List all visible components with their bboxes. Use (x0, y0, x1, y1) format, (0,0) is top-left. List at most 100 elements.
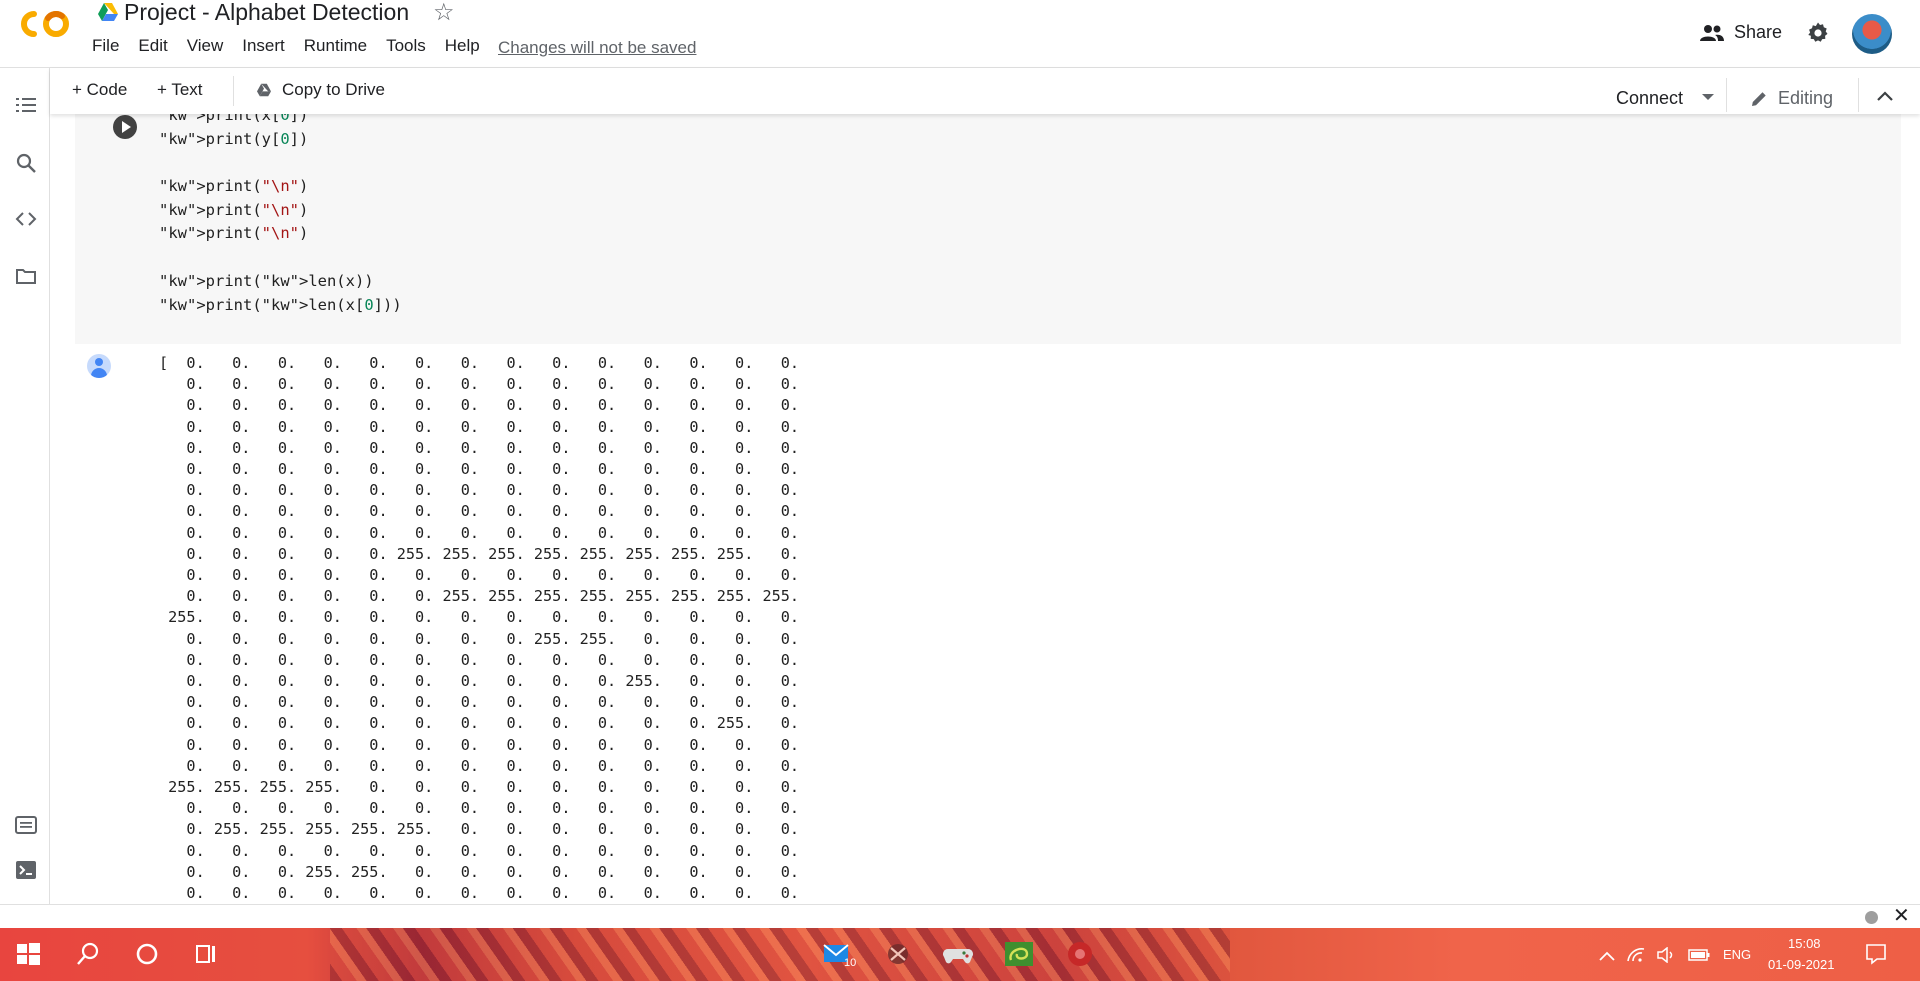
editing-label: Editing (1778, 88, 1834, 108)
notification-center-icon[interactable] (1864, 942, 1888, 966)
chevron-up-icon[interactable] (1876, 90, 1894, 102)
search-icon[interactable] (74, 940, 102, 968)
chrome-icon[interactable] (1064, 940, 1096, 968)
status-bar: ✕ (0, 904, 1920, 928)
output-line: 0. 0. 0. 0. 0. 255. 255. 255. 255. 255. … (159, 544, 800, 563)
cell-output: [ 0. 0. 0. 0. 0. 0. 0. 0. 0. 0. 0. 0. 0.… (75, 340, 1901, 904)
notebook-content: "kw">print(x[0]) "kw">print(y[0]) "kw">pri… (50, 114, 1920, 904)
output-line: 0. 0. 0. 0. 0. 0. 0. 0. 0. 0. 0. 0. 0. 0… (159, 756, 800, 775)
windows-start-icon[interactable] (14, 940, 42, 968)
cortana-icon[interactable] (133, 940, 161, 968)
wifi-icon[interactable] (1626, 947, 1646, 963)
menu-edit[interactable]: Edit (138, 36, 167, 56)
menu-tools[interactable]: Tools (386, 36, 426, 56)
search-icon[interactable] (15, 152, 37, 174)
code-line[interactable]: "kw">print("\n") (159, 199, 402, 223)
output-line: 0. 0. 0. 0. 0. 0. 0. 0. 0. 0. 0. 0. 0. 0… (159, 735, 800, 754)
language-indicator[interactable]: ENG (1723, 947, 1751, 962)
chevron-down-icon[interactable] (1702, 94, 1714, 100)
code-line[interactable]: "kw">print("\n") (159, 222, 402, 246)
output-line: 0. 0. 0. 0. 0. 0. 0. 0. 0. 0. 0. 0. 0. 0… (159, 650, 800, 669)
output-line: 0. 0. 0. 0. 0. 0. 0. 0. 0. 0. 0. 0. 0. 0… (159, 481, 800, 500)
code-snippets-icon[interactable] (15, 208, 37, 230)
google-drive-icon[interactable] (97, 2, 119, 22)
clock-time[interactable]: 15:08 (1788, 936, 1821, 951)
output-line: 0. 0. 0. 0. 0. 0. 0. 0. 0. 0. 0. 0. 0. 0… (159, 375, 800, 394)
copy-to-drive-button[interactable]: Copy to Drive (256, 80, 385, 100)
connect-button[interactable]: Connect (1616, 88, 1683, 109)
header: Project - Alphabet Detection ☆ File Edit… (0, 0, 1920, 68)
output-line: 0. 0. 0. 255. 255. 0. 0. 0. 0. 0. 0. 0. … (159, 862, 800, 881)
colab-logo[interactable] (18, 8, 74, 40)
game-controller-icon[interactable] (942, 940, 974, 968)
menu-insert[interactable]: Insert (242, 36, 285, 56)
code-line[interactable]: "kw">print("kw">len(x[0])) (159, 294, 402, 318)
output-line: 0. 0. 0. 0. 0. 0. 0. 0. 0. 0. 0. 0. 0. 0… (159, 523, 800, 542)
output-line: 0. 0. 0. 0. 0. 0. 0. 0. 255. 255. 0. 0. … (159, 629, 800, 648)
photos-app-icon[interactable] (1003, 940, 1035, 968)
gear-icon[interactable] (1806, 21, 1830, 45)
add-code-cell-button[interactable]: + Code (72, 80, 127, 100)
code-line[interactable]: "kw">print("kw">len(x)) (159, 270, 402, 294)
windows-taskbar: 10 ENG 15:08 01-09-2021 (0, 928, 1920, 981)
star-icon[interactable]: ☆ (433, 0, 455, 26)
code-cell[interactable]: "kw">print(x[0]) "kw">print(y[0]) "kw">pri… (75, 114, 1901, 344)
code-editor[interactable]: "kw">print(x[0]) "kw">print(y[0]) "kw">pri… (159, 114, 402, 317)
code-line[interactable] (159, 151, 402, 175)
output-line: 0. 0. 0. 0. 0. 0. 0. 0. 0. 0. 0. 0. 0. 0… (159, 693, 800, 712)
output-line: 0. 0. 0. 0. 0. 0. 0. 0. 0. 0. 0. 0. 0. 0… (159, 396, 800, 415)
add-text-cell-button[interactable]: + Text (157, 80, 203, 100)
copy-to-drive-label: Copy to Drive (282, 80, 385, 99)
toolbar-divider (233, 76, 234, 106)
output-line: 0. 0. 0. 0. 0. 0. 255. 255. 255. 255. 25… (159, 587, 800, 606)
notebook-title[interactable]: Project - Alphabet Detection (124, 0, 409, 26)
menu-runtime[interactable]: Runtime (304, 36, 367, 56)
output-user-icon[interactable] (87, 354, 111, 378)
user-avatar[interactable] (1852, 14, 1892, 54)
output-line: 0. 0. 0. 0. 0. 0. 0. 0. 0. 0. 0. 0. 255.… (159, 714, 800, 733)
table-of-contents-icon[interactable] (15, 94, 37, 116)
code-line[interactable] (159, 246, 402, 270)
xbox-icon[interactable] (884, 940, 912, 968)
output-line: 0. 0. 0. 0. 0. 0. 0. 0. 0. 0. 0. 0. 0. 0… (159, 502, 800, 521)
clock-date[interactable]: 01-09-2021 (1768, 957, 1835, 972)
people-icon (1700, 24, 1724, 41)
folder-icon[interactable] (15, 265, 37, 287)
code-line[interactable]: "kw">print(y[0]) (159, 128, 402, 152)
command-palette-icon[interactable] (15, 814, 37, 836)
code-line[interactable]: "kw">print("\n") (159, 175, 402, 199)
share-button[interactable]: Share (1700, 22, 1782, 43)
output-line: 0. 0. 0. 0. 0. 0. 0. 0. 0. 0. 0. 0. 0. 0… (159, 799, 800, 818)
left-sidebar (0, 68, 50, 904)
google-drive-icon (257, 83, 271, 97)
run-cell-button[interactable] (113, 115, 137, 139)
menu-file[interactable]: File (92, 36, 119, 56)
close-icon[interactable]: ✕ (1893, 905, 1910, 927)
output-line: 0. 0. 0. 0. 0. 0. 0. 0. 0. 0. 0. 0. 0. 0… (159, 566, 800, 585)
toolbar-divider (1858, 78, 1859, 112)
mail-badge: 10 (844, 957, 856, 968)
menu-view[interactable]: View (187, 36, 224, 56)
task-view-icon[interactable] (193, 940, 221, 968)
status-indicator (1865, 911, 1878, 924)
code-line[interactable]: "kw">print(x[0]) (159, 114, 402, 128)
toolbar-divider (1726, 78, 1727, 112)
output-line: [ 0. 0. 0. 0. 0. 0. 0. 0. 0. 0. 0. 0. 0.… (159, 354, 800, 372)
mail-icon[interactable]: 10 (822, 940, 856, 968)
changes-not-saved-link[interactable]: Changes will not be saved (498, 38, 696, 58)
output-line: 0. 0. 0. 0. 0. 0. 0. 0. 0. 0. 255. 0. 0.… (159, 672, 800, 691)
output-text: [ 0. 0. 0. 0. 0. 0. 0. 0. 0. 0. 0. 0. 0.… (159, 353, 799, 904)
output-line: 0. 255. 255. 255. 255. 255. 0. 0. 0. 0. … (159, 820, 800, 839)
editing-mode-button[interactable]: Editing (1750, 88, 1833, 109)
output-line: 0. 0. 0. 0. 0. 0. 0. 0. 0. 0. 0. 0. 0. 0… (159, 841, 800, 860)
battery-icon[interactable] (1688, 948, 1710, 962)
output-line: 255. 255. 255. 255. 0. 0. 0. 0. 0. 0. 0.… (159, 778, 800, 797)
chevron-up-icon[interactable] (1598, 950, 1616, 962)
output-line: 0. 0. 0. 0. 0. 0. 0. 0. 0. 0. 0. 0. 0. 0… (159, 417, 800, 436)
menu-help[interactable]: Help (445, 36, 480, 56)
terminal-icon[interactable] (15, 859, 37, 881)
output-line: 255. 0. 0. 0. 0. 0. 0. 0. 0. 0. 0. 0. 0.… (159, 608, 800, 627)
volume-icon[interactable] (1656, 947, 1676, 963)
menu-bar: File Edit View Insert Runtime Tools Help (92, 36, 499, 56)
pencil-icon (1752, 91, 1766, 106)
